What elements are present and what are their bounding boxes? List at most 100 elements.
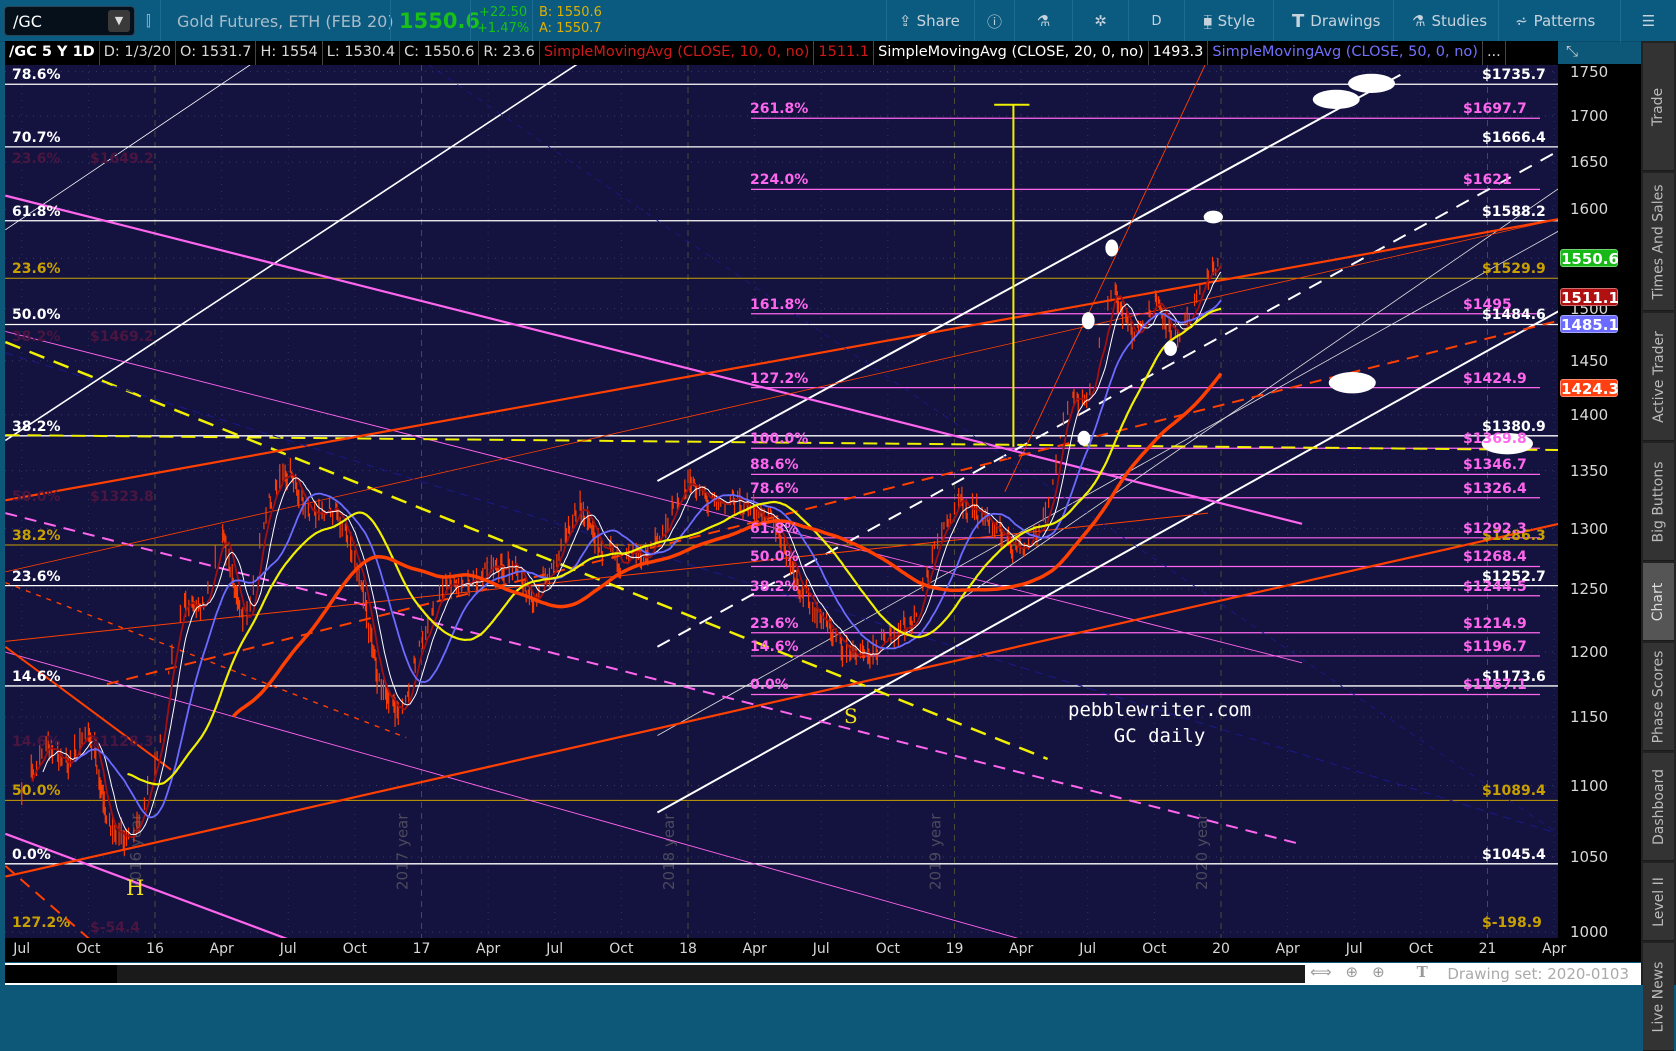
fib-faded-label: 50.0%: [12, 488, 61, 505]
price-tag: 1485.1: [1560, 314, 1619, 334]
time-tick: Oct: [1142, 941, 1167, 957]
highlight-marker: [1105, 239, 1119, 257]
sidebar-tab-chart[interactable]: Chart: [1643, 563, 1674, 641]
fib-faded-label: 38.2%: [12, 328, 61, 345]
fib-price-label: $1214.9: [1463, 615, 1527, 632]
fib-pct-label: 38.2%: [12, 527, 61, 544]
watermark-site: pebblewriter.com: [1068, 699, 1252, 721]
fib-pct-label: 38.2%: [750, 578, 799, 595]
fib-pct-label: 0.0%: [12, 846, 51, 863]
sidebar-tab-active-trader[interactable]: Active Trader: [1643, 313, 1674, 441]
time-axis[interactable]: Jul Oct 16 Apr Jul Oct 17 Apr Jul Oct 18 Apr Jul Oct 1…: [5, 938, 1641, 962]
tab-label: Level II: [1650, 876, 1667, 927]
fib-pct-label: 161.8%: [750, 296, 809, 313]
sidebar-tab-times-and-sales[interactable]: Times And Sales: [1643, 173, 1674, 311]
price-tick: 1350: [1570, 461, 1609, 480]
price-tick: 1050: [1570, 848, 1609, 867]
price-tick: 1450: [1570, 351, 1609, 370]
list-icon: ☰: [1641, 12, 1656, 30]
sidebar-tab-dashboard[interactable]: Dashboard: [1643, 753, 1674, 861]
watermark: pebblewriter.com GC daily: [1068, 697, 1251, 749]
fib-price-label: $1495: [1463, 296, 1512, 313]
price-tick: 1400: [1570, 405, 1609, 424]
crosshair-icon[interactable]: ⊕: [1346, 963, 1359, 981]
menu-button[interactable]: ☰: [1620, 0, 1676, 42]
highlight-marker: [1081, 312, 1095, 330]
time-tick: 21: [1478, 941, 1497, 957]
fib-price-label: $1735.7: [1482, 67, 1546, 84]
sidebar-tab-level-ii[interactable]: Level II: [1643, 863, 1674, 941]
price-tick: 1700: [1570, 107, 1609, 126]
fib-price-label: $1244.5: [1463, 578, 1527, 595]
fib-faded-label: $1128.3: [90, 734, 154, 751]
fib-pct-label: 61.8%: [12, 203, 61, 220]
highlight-marker: [1077, 430, 1091, 446]
time-tick: Oct: [76, 941, 101, 957]
zoom-icon[interactable]: ⊕: [1372, 963, 1385, 981]
fib-pct-label: 23.6%: [12, 261, 61, 278]
tab-label: Times And Sales: [1650, 183, 1667, 300]
fib-pct-label: 50.0%: [12, 307, 61, 324]
time-tick: 16: [146, 941, 164, 957]
fib-price-label: $1621: [1463, 172, 1512, 189]
fib-faded-label: $1323.8: [90, 488, 154, 505]
highlight-marker: [1348, 73, 1396, 94]
fib-price-label: $1529.9: [1482, 261, 1546, 278]
sidebar-tab-live-news[interactable]: Live News: [1643, 943, 1674, 1051]
chart-background: [5, 65, 1558, 938]
year-watermark: 2019 year: [927, 813, 945, 890]
time-tick: 17: [412, 941, 431, 957]
tab-label: Chart: [1650, 582, 1667, 621]
fib-price-label: $1089.4: [1482, 783, 1546, 800]
price-tick: 1150: [1570, 708, 1609, 727]
tab-label: Live News: [1650, 961, 1667, 1032]
fib-pct-label: 127.2%: [750, 370, 809, 387]
fib-price-label: $1292.3: [1463, 520, 1527, 537]
year-watermark: 2017 year: [394, 813, 412, 890]
drawing-set[interactable]: Drawing set: 2020-0103: [1447, 965, 1629, 983]
time-tick: Jul: [546, 941, 564, 957]
fib-faded-label: 23.6%: [12, 150, 61, 167]
time-tick: 18: [679, 941, 697, 957]
time-tick: 20: [1212, 941, 1230, 957]
pan-icon[interactable]: ⟺: [1310, 963, 1332, 981]
price-tag: 1424.3: [1560, 379, 1619, 399]
price-tick: 1650: [1570, 153, 1609, 172]
time-tick: Apr: [476, 941, 501, 957]
price-axis[interactable]: ⤡175017001650160015501500145014001350130…: [1558, 42, 1641, 941]
price-tick: 1600: [1570, 200, 1609, 219]
sidebar-tab-trade[interactable]: Trade: [1643, 43, 1674, 171]
highlight-marker: [1328, 372, 1376, 394]
autoscale-icon[interactable]: ⤡: [1566, 42, 1578, 60]
fib-pct-label: 50.0%: [12, 783, 61, 800]
fib-pct-label: 23.6%: [12, 568, 61, 585]
fib-price-label: $1346.7: [1463, 457, 1527, 474]
time-tick: Apr: [742, 941, 767, 957]
fib-price-label: $1424.9: [1463, 370, 1527, 387]
fib-pct-label: 50.0%: [750, 549, 799, 566]
fib-price-label: $1167.1: [1463, 677, 1527, 694]
fib-pct-label: 100.0%: [750, 431, 809, 448]
highlight-marker: [1164, 341, 1177, 356]
price-tick: 1200: [1570, 642, 1609, 661]
horizontal-scrollbar[interactable]: [5, 965, 1305, 983]
time-tick: Jul: [13, 941, 31, 957]
head-marker: H: [126, 876, 145, 900]
bottom-bar: ⟺ ⊕ ⊕ T Drawing set: 2020-0103: [5, 963, 1641, 985]
tab-label: Active Trader: [1650, 330, 1667, 423]
text-t-icon[interactable]: T: [1417, 963, 1428, 981]
price-tick: 1300: [1570, 519, 1609, 538]
time-tick: Jul: [1079, 941, 1097, 957]
fib-price-label: $1666.4: [1482, 129, 1546, 146]
fib-faded-label: 14.6%: [12, 734, 61, 751]
year-watermark: 2020 year: [1193, 813, 1211, 890]
fib-price-label: $1697.7: [1463, 101, 1527, 118]
scrollbar-thumb[interactable]: [5, 965, 117, 983]
sidebar-tab-big-buttons[interactable]: Big Buttons: [1643, 443, 1674, 561]
tab-label: Dashboard: [1650, 768, 1667, 845]
tab-label: Trade: [1650, 87, 1667, 126]
time-tick: Oct: [875, 941, 900, 957]
price-tick: 1100: [1570, 776, 1609, 795]
fib-faded-label: $1469.2: [90, 328, 154, 345]
sidebar-tab-phase-scores[interactable]: Phase Scores: [1643, 643, 1674, 751]
